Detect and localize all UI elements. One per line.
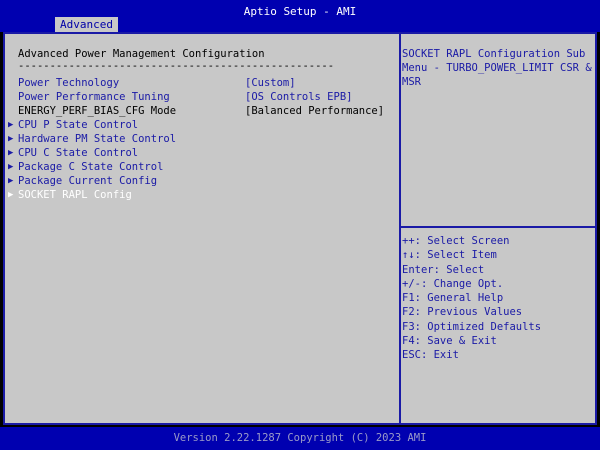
arrow-right-icon: ▶ xyxy=(8,134,14,144)
key-hint: F4: Save & Exit xyxy=(402,335,497,348)
setting-value[interactable]: [OS Controls EPB] xyxy=(245,90,352,104)
version-footer: Version 2.22.1287 Copyright (C) 2023 AMI xyxy=(0,427,600,450)
main-panel: Advanced Power Management Configuration … xyxy=(3,32,597,425)
submenu-socket-rapl-config[interactable]: ▶ SOCKET RAPL Config xyxy=(8,188,393,202)
submenu-cpu-c-state-control[interactable]: ▶ CPU C State Control xyxy=(8,146,393,160)
submenu-hardware-pm-state-control[interactable]: ▶ Hardware PM State Control xyxy=(8,132,393,146)
setting-label: Power Technology xyxy=(18,77,120,89)
submenu-package-current-config[interactable]: ▶ Package Current Config xyxy=(8,174,393,188)
setting-power-performance-tuning[interactable]: Power Performance Tuning [OS Controls EP… xyxy=(8,90,393,104)
submenu-package-c-state-control[interactable]: ▶ Package C State Control xyxy=(8,160,393,174)
submenu-label: Hardware PM State Control xyxy=(18,133,177,145)
help-divider xyxy=(401,226,595,228)
submenu-label: Package C State Control xyxy=(18,161,164,173)
arrow-right-icon: ▶ xyxy=(8,176,14,186)
arrow-right-icon: ▶ xyxy=(8,162,14,172)
key-hint: ↑↓: Select Item xyxy=(402,249,497,262)
setting-value: [Balanced Performance] xyxy=(245,105,385,117)
key-hint: F3: Optimized Defaults xyxy=(402,320,542,333)
key-hint: ESC: Exit xyxy=(402,349,459,362)
key-hint: Enter: Select xyxy=(402,263,485,276)
setting-label: Power Performance Tuning xyxy=(18,91,170,103)
panel-divider xyxy=(399,34,401,423)
title-bar: Aptio Setup - AMI Advanced xyxy=(0,0,600,32)
page-title: Advanced Power Management Configuration xyxy=(18,48,265,60)
submenu-label: CPU P State Control xyxy=(18,119,139,131)
submenu-label: Package Current Config xyxy=(18,175,158,187)
setting-power-technology[interactable]: Power Technology [Custom] xyxy=(8,76,393,90)
setting-value[interactable]: [Custom] xyxy=(245,76,296,90)
key-hint: +/-: Change Opt. xyxy=(402,277,504,290)
key-legend: ++: Select Screen ↑↓: Select Item Enter:… xyxy=(402,234,592,363)
submenu-cpu-p-state-control[interactable]: ▶ CPU P State Control xyxy=(8,118,393,132)
key-hint: F1: General Help xyxy=(402,292,504,305)
key-hint: F2: Previous Values xyxy=(402,306,523,319)
setting-energy-perf-bias-mode: ENERGY_PERF_BIAS_CFG Mode [Balanced Perf… xyxy=(8,104,393,118)
key-hint: ++: Select Screen xyxy=(402,235,510,247)
setting-label: ENERGY_PERF_BIAS_CFG Mode xyxy=(18,105,177,117)
arrow-right-icon: ▶ xyxy=(8,190,14,200)
heading-separator: ----------------------------------------… xyxy=(18,60,335,72)
help-text: SOCKET RAPL Configuration Sub Menu - TUR… xyxy=(402,48,592,88)
submenu-label: CPU C State Control xyxy=(18,147,139,159)
submenu-label: SOCKET RAPL Config xyxy=(18,189,132,201)
tab-advanced[interactable]: Advanced xyxy=(55,17,118,32)
arrow-right-icon: ▶ xyxy=(8,148,14,158)
arrow-right-icon: ▶ xyxy=(8,120,14,130)
